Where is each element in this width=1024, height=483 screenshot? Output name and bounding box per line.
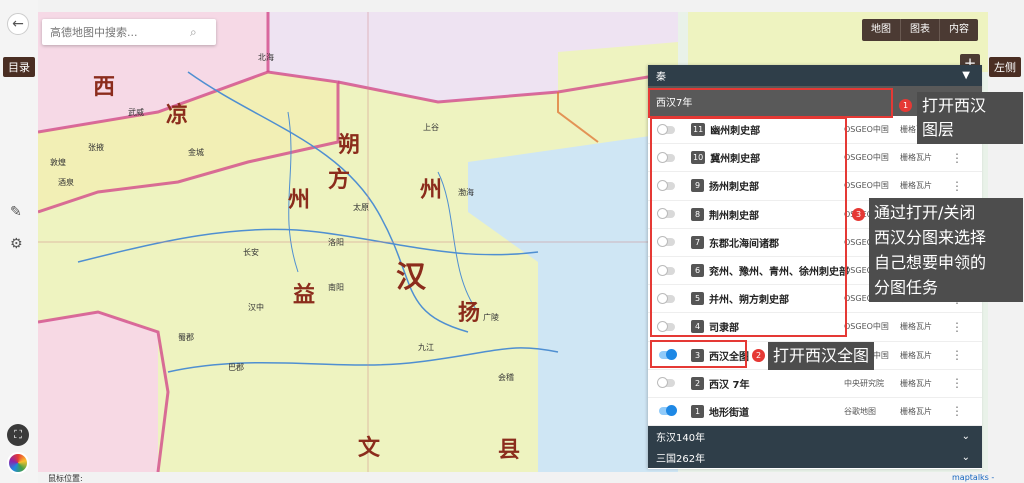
more-vertical-icon[interactable]: ⋮ [951, 151, 963, 165]
back-button[interactable]: ← [7, 13, 29, 35]
search-input[interactable] [42, 25, 190, 39]
more-vertical-icon[interactable]: ⋮ [951, 348, 963, 362]
map-place: 金城 [188, 148, 204, 157]
color-palette-button[interactable] [7, 452, 29, 474]
callout-open-layer: 打开西汉 图层 [917, 92, 1023, 144]
brand-link[interactable]: maptalks - [952, 473, 994, 482]
layer-type: 栅格瓦片 [900, 181, 932, 191]
group-title: 三国262年 [656, 454, 706, 466]
map-label-yang: 扬 [458, 300, 481, 326]
layer-source: 中央研究院 [844, 378, 884, 388]
layer-source: OSGEO中国 [844, 125, 889, 135]
map-place: 蜀郡 [178, 333, 194, 342]
map-place: 渤海 [458, 188, 474, 197]
mouse-position-readout: 鼠标位置: [48, 474, 83, 483]
more-vertical-icon[interactable]: ⋮ [951, 376, 963, 390]
catalog-button[interactable]: 目录 [3, 57, 35, 77]
map-place: 北海 [258, 53, 274, 62]
view-tabs: 地图 图表 内容 [862, 19, 978, 41]
layer-name: 西汉 7年 [709, 379, 750, 391]
map-place: 九江 [418, 343, 434, 352]
more-vertical-icon[interactable]: ⋮ [951, 179, 963, 193]
territory-southwest [38, 312, 158, 472]
map-place: 上谷 [423, 123, 439, 132]
layer-type: 栅格瓦片 [900, 322, 932, 332]
map-label-yi: 益 [293, 282, 316, 308]
highlight-box-fullmap [650, 340, 747, 368]
search-box: ⌕ [42, 19, 216, 45]
step-badge: 1 [899, 99, 912, 112]
chevron-down-icon: ▼ [962, 70, 970, 81]
gear-icon[interactable]: ⚙ [10, 236, 23, 252]
map-place: 巴郡 [228, 363, 244, 372]
layer-toggle[interactable] [659, 405, 677, 417]
step-badge: 3 [852, 208, 865, 221]
map-label-xian: 县 [498, 437, 521, 463]
chevron-down-icon: ⌄ [961, 452, 970, 464]
map-label-fang: 方 [328, 167, 351, 193]
layer-name: 地形街道 [709, 407, 749, 419]
map-label-xi: 西 [93, 74, 116, 100]
layer-type: 栅格瓦片 [900, 350, 932, 360]
layer-source: OSGEO中国 [844, 322, 889, 332]
tab-chart[interactable]: 图表 [900, 19, 939, 41]
layer-row[interactable]: 1 地形街道 谷歌地图 栅格瓦片 ⋮ [648, 398, 982, 427]
map-place: 酒泉 [58, 178, 74, 187]
group-header-donghan[interactable]: 东汉140年 ⌄ [648, 426, 982, 448]
layer-source: OSGEO中国 [844, 153, 889, 163]
layer-row[interactable]: 2 西汉 7年 中央研究院 栅格瓦片 ⋮ [648, 370, 982, 398]
more-vertical-icon[interactable]: ⋮ [951, 320, 963, 334]
map-label-liang: 凉 [166, 102, 189, 128]
map-place: 敦煌 [50, 158, 66, 167]
map-place: 长安 [243, 248, 259, 257]
chevron-down-icon: ⌄ [961, 431, 970, 443]
side-panel-button[interactable]: 左侧 [989, 57, 1021, 77]
map-label-shuo: 朔 [338, 132, 361, 158]
callout-open-fullmap: 打开西汉全图 [768, 342, 875, 370]
group-header-qin[interactable]: 秦 ▼ [648, 65, 982, 86]
map-label-zhou: 州 [288, 187, 311, 213]
toggle-knob [666, 405, 677, 417]
tab-map[interactable]: 地图 [862, 19, 900, 41]
layer-number-badge: 2 [691, 376, 704, 390]
more-vertical-icon[interactable]: ⋮ [951, 404, 963, 418]
map-place: 太原 [353, 203, 369, 212]
map-label-han: 汉 [396, 260, 426, 295]
layer-number-badge: 1 [691, 404, 704, 418]
layer-source: OSGEO中国 [844, 181, 889, 191]
group-header-sanguo[interactable]: 三国262年 ⌄ [648, 447, 982, 469]
group-title: 东汉140年 [656, 433, 706, 445]
fullscreen-button[interactable]: ⛶ [7, 424, 29, 446]
map-place: 武威 [128, 108, 144, 117]
map-place: 张掖 [88, 143, 104, 152]
map-label-zhou-east: 州 [420, 177, 443, 203]
layer-toggle[interactable] [657, 377, 675, 389]
layer-type: 栅格瓦片 [900, 153, 932, 163]
highlight-box-group [648, 88, 893, 118]
map-place: 南阳 [328, 283, 344, 292]
map-place: 汉中 [248, 303, 264, 312]
arrow-left-icon: ← [12, 16, 24, 32]
map-place: 会稽 [498, 373, 514, 382]
layer-type: 栅格瓦片 [900, 378, 932, 388]
map-label-wen: 文 [358, 435, 381, 461]
fullscreen-icon: ⛶ [14, 428, 22, 441]
group-title: 秦 [656, 72, 666, 83]
step-badge: 2 [752, 349, 765, 362]
tab-content[interactable]: 内容 [939, 19, 978, 41]
toggle-knob [657, 377, 668, 389]
pencil-icon[interactable]: ✎ [10, 204, 22, 220]
map-place: 洛阳 [328, 238, 344, 247]
callout-toggle-sublayers: 通过打开/关闭 西汉分图来选择 自己想要申领的 分图任务 [869, 198, 1023, 302]
layer-source: 谷歌地图 [844, 406, 876, 416]
map-place: 广陵 [483, 313, 499, 322]
layer-type: 栅格瓦片 [900, 406, 932, 416]
search-icon[interactable]: ⌕ [190, 25, 197, 40]
highlight-box-sublayers [650, 117, 847, 337]
